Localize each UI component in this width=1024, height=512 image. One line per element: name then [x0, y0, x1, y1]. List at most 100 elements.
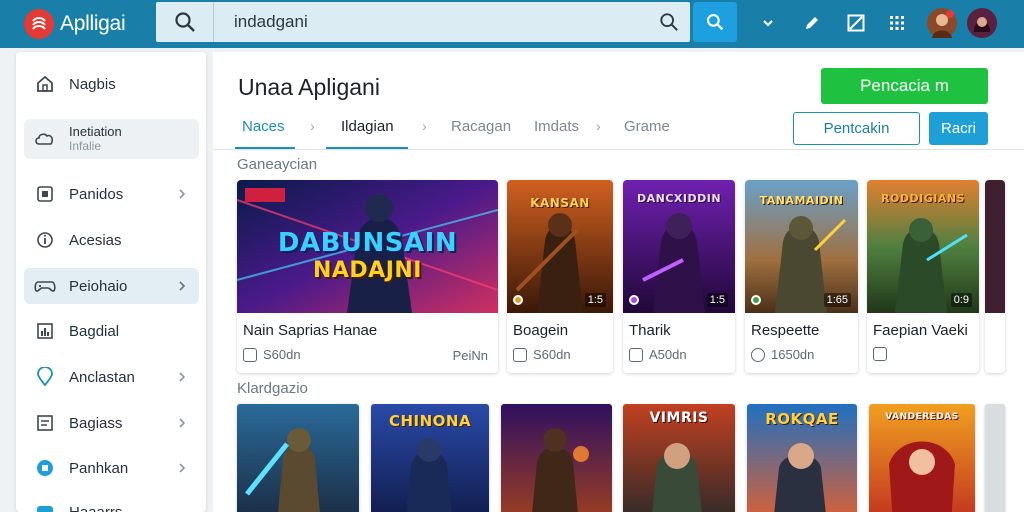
extra-icon: [32, 499, 58, 512]
search-icon[interactable]: [156, 2, 214, 42]
section-title: Ganeaycian: [237, 156, 318, 173]
avatar[interactable]: [927, 8, 957, 38]
avatar[interactable]: [967, 8, 997, 38]
art-title: KANSAN: [530, 196, 590, 210]
game-tile[interactable]: [501, 404, 612, 512]
status-dot: [751, 295, 761, 305]
info-icon: [32, 227, 58, 253]
box-icon: [32, 181, 58, 207]
duration-badge: 1:5: [706, 293, 728, 307]
sidebar-item-acesias[interactable]: Acesias: [24, 222, 199, 258]
top-bar: Aplligai: [0, 0, 1024, 48]
primary-action-button[interactable]: Pencacia m: [821, 68, 988, 104]
game-thumbnail: KANSAN 1:5: [507, 180, 613, 313]
duration-badge: 1:65: [823, 293, 851, 307]
sidebar-item-label: Bagdial: [69, 322, 120, 340]
game-tile[interactable]: [237, 404, 359, 512]
game-meta: S60dn: [263, 347, 301, 362]
dropdown-icon[interactable]: [757, 12, 779, 34]
sidebar-item-label: Bagiass: [69, 414, 123, 432]
art-title: DANCXIDDIN: [636, 192, 722, 205]
art-title: ROKQAE: [765, 410, 839, 428]
game-tile[interactable]: VIMRIS: [623, 404, 735, 512]
pen-icon[interactable]: [801, 12, 823, 34]
sidebar-item-haaarrs[interactable]: Haaarrs: [24, 494, 199, 512]
game-tile[interactable]: CHINONA: [371, 404, 489, 512]
sidebar-item-bagdial[interactable]: Bagdial: [24, 313, 199, 349]
sidebar-item-label: Haaarrs: [69, 503, 123, 512]
tab-racagan[interactable]: Racagan: [451, 118, 511, 135]
game-card[interactable]: RODDIGIANS 0:9 Faepian Vaeki: [867, 180, 979, 373]
tab-grame[interactable]: Grame: [624, 118, 670, 135]
game-title: Boagein: [513, 322, 569, 339]
game-title: Faepian Vaeki: [873, 322, 968, 339]
duration-badge: 0:9: [950, 293, 972, 307]
logo-icon: [24, 9, 54, 39]
game-card[interactable]: DANCXIDDIN 1:5 Tharik A50dn: [623, 180, 735, 373]
game-tile[interactable]: [985, 404, 1005, 512]
chart-icon: [32, 318, 58, 344]
tab-imdats[interactable]: Imdats: [534, 118, 579, 135]
sidebar-item-panhkan[interactable]: Panhkan: [24, 450, 199, 486]
size-icon: [629, 347, 643, 362]
sidebar: Nagbis Inetiation Infalie Panidos Acesia…: [16, 52, 206, 512]
tab-separator: ›: [422, 118, 427, 134]
search-input[interactable]: [214, 2, 648, 42]
apps-grid-icon[interactable]: [886, 12, 908, 34]
size-icon: [873, 347, 887, 361]
tab-naces[interactable]: Naces: [242, 118, 285, 135]
sidebar-item-anclastan[interactable]: Anclastan: [24, 359, 199, 395]
location-icon: [32, 364, 58, 390]
game-thumbnail: [237, 404, 359, 512]
app-name: Aplligai: [60, 12, 126, 35]
status-dot: [629, 295, 639, 305]
image-icon[interactable]: [845, 12, 867, 34]
chevron-right-icon: [175, 186, 189, 202]
size-icon: [243, 347, 257, 362]
art-title: TANAMAIDIN: [759, 194, 844, 207]
chevron-right-icon: [175, 460, 189, 476]
page-title: Unaa Apligani: [238, 74, 380, 100]
main-panel: Unaa Apligani Pencacia m Naces › Ildagia…: [213, 52, 1024, 512]
game-card[interactable]: DABUNSAIN NADAJNI Nain Saprias Hanae S60…: [237, 180, 498, 373]
game-thumbnail: RODDIGIANS 0:9: [867, 180, 979, 313]
art-title: CHINONA: [388, 412, 472, 430]
game-meta: S60dn: [533, 347, 571, 362]
search-button[interactable]: [693, 2, 737, 42]
sidebar-item-bagiass[interactable]: Bagiass: [24, 405, 199, 441]
size-icon: [751, 347, 765, 362]
search-bar[interactable]: [156, 2, 690, 42]
sidebar-item-peiohaio[interactable]: Peiohaio: [24, 268, 199, 304]
secondary-button[interactable]: Pentcakin: [793, 112, 920, 145]
divider: [213, 149, 1024, 150]
badge-icon: [32, 455, 58, 481]
sidebar-item-label: Peiohaio: [69, 277, 128, 295]
sidebar-item-label: Acesias: [69, 231, 122, 249]
art-title: DABUNSAIN: [277, 228, 458, 258]
game-tile[interactable]: ROKQAE: [747, 404, 857, 512]
app-logo[interactable]: Aplligai: [0, 9, 152, 39]
game-tile[interactable]: VANDEREDAS: [869, 404, 975, 512]
game-meta: A50dn: [649, 347, 687, 362]
game-card[interactable]: TANAMAIDIN 1:65 Respeette 1650dn: [745, 180, 858, 373]
sidebar-item-label: Panidos: [69, 185, 124, 203]
sidebar-item-label: Nagbis: [69, 75, 116, 93]
art-title: VANDEREDAS: [885, 412, 959, 422]
sidebar-item-nagbis[interactable]: Nagbis: [24, 66, 199, 102]
game-thumbnail: [985, 180, 1005, 313]
sidebar-item-label: Panhkan: [69, 459, 129, 477]
sidebar-item-label: Inetiation: [69, 124, 122, 139]
gamepad-icon: [32, 273, 58, 299]
search-icon[interactable]: [648, 2, 690, 42]
sidebar-item-panidos[interactable]: Panidos: [24, 176, 199, 212]
game-card[interactable]: [985, 180, 1005, 373]
tab-ildagian[interactable]: Ildagian: [341, 118, 394, 135]
chevron-right-icon: [175, 278, 189, 294]
sidebar-item-inetiation[interactable]: Inetiation Infalie: [24, 119, 199, 159]
action-button[interactable]: Racri: [929, 112, 988, 145]
game-card[interactable]: KANSAN 1:5 Boagein S60dn: [507, 180, 613, 373]
section-title: Klardgazio: [237, 380, 308, 397]
game-rating: PeiNn: [452, 348, 488, 363]
game-title: Nain Saprias Hanae: [243, 322, 378, 339]
game-thumbnail: DANCXIDDIN 1:5: [623, 180, 735, 313]
